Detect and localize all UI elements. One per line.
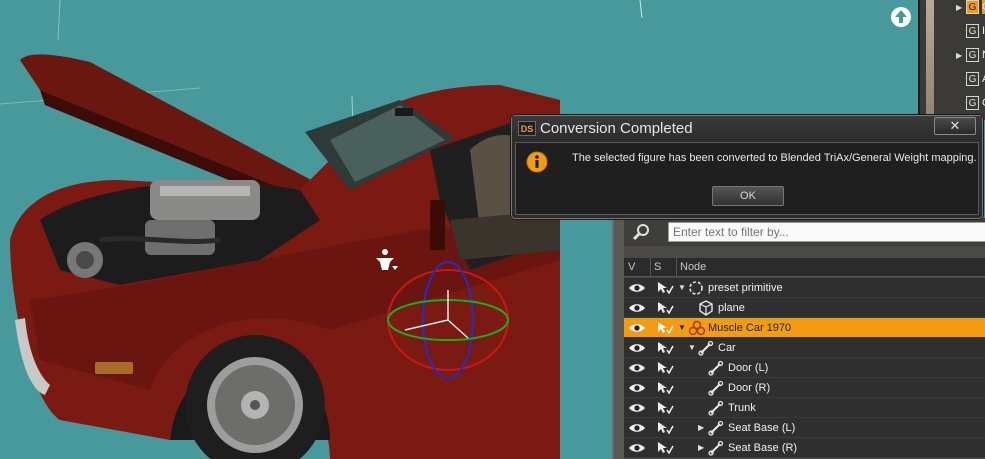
scene-tree: ▼ preset primitive plane ▼ Muscle Car 1970 ▼ C… [624, 278, 985, 458]
row-divider [624, 457, 985, 458]
info-icon [526, 151, 548, 173]
conversion-dialog: DS Conversion Completed ✕ The selected f… [511, 115, 983, 219]
scene-panel-top: ▶ G C G I ▶ G N G A G C [918, 0, 985, 120]
scene-panel: V S Node ▼ preset primitive plane ▼ Muscle C… [612, 218, 985, 459]
car-model[interactable] [10, 54, 560, 459]
tree-row[interactable]: ▶ Seat Base (R) [624, 438, 985, 458]
selectable-cursor-icon[interactable] [656, 281, 674, 298]
visibility-eye-icon[interactable] [628, 343, 646, 356]
node-label: Door (R) [728, 382, 771, 394]
node-label: Muscle Car 1970 [708, 322, 792, 334]
tree-row[interactable]: Trunk [624, 398, 985, 418]
tree-row[interactable]: ▼ Car [624, 338, 985, 358]
node-column-header[interactable]: Node [680, 261, 706, 273]
tree-row[interactable]: ▼ Muscle Car 1970 [624, 318, 985, 338]
panel-divider[interactable] [926, 0, 934, 120]
selectable-cursor-icon[interactable] [656, 401, 674, 418]
dialog-message: The selected figure has been converted t… [572, 152, 977, 164]
visibility-eye-icon[interactable] [628, 443, 646, 456]
group-icon: G [966, 96, 979, 110]
dialog-titlebar[interactable]: DS Conversion Completed ✕ [512, 116, 982, 140]
visibility-eye-icon[interactable] [628, 423, 646, 436]
node-label: Door (L) [728, 362, 769, 374]
selectable-cursor-icon[interactable] [656, 321, 674, 338]
visibility-eye-icon[interactable] [628, 403, 646, 416]
ok-button[interactable]: OK [712, 186, 784, 206]
search-icon[interactable] [632, 223, 652, 241]
node-label: preset primitive [708, 282, 783, 294]
group-icon: G [966, 48, 979, 62]
selectable-cursor-icon[interactable] [656, 421, 674, 438]
navigation-icon[interactable] [890, 6, 912, 28]
selectable-cursor-icon[interactable] [656, 381, 674, 398]
tree-row[interactable]: ▼ preset primitive [624, 278, 985, 298]
expand-arrow-icon[interactable]: ▶ [956, 3, 962, 12]
close-button[interactable]: ✕ [934, 117, 976, 135]
daz-studio-logo: DS [518, 121, 536, 136]
collapse-arrow-icon[interactable]: ▼ [688, 343, 696, 352]
visibility-eye-icon[interactable] [628, 363, 646, 376]
column-separator[interactable] [650, 258, 651, 276]
filter-row [624, 218, 985, 246]
selectable-cursor-icon[interactable] [656, 301, 674, 318]
tree-row[interactable]: plane [624, 298, 985, 318]
panel-splitter[interactable] [614, 218, 624, 459]
node-label: Trunk [728, 402, 756, 414]
group-icon: G [966, 24, 979, 38]
visibility-eye-icon[interactable] [628, 303, 646, 316]
filter-input[interactable] [668, 222, 985, 242]
expand-arrow-icon[interactable]: ▶ [956, 51, 962, 60]
selectable-column-header[interactable]: S [654, 261, 661, 273]
tree-row[interactable]: Door (R) [624, 378, 985, 398]
selectable-cursor-icon[interactable] [656, 341, 674, 358]
expand-arrow-icon[interactable]: ▶ [698, 423, 704, 432]
group-icon: G [966, 0, 979, 14]
visibility-eye-icon[interactable] [628, 383, 646, 396]
selectable-cursor-icon[interactable] [656, 441, 674, 458]
visibility-eye-icon[interactable] [628, 283, 646, 296]
selectable-cursor-icon[interactable] [656, 361, 674, 378]
visibility-column-header[interactable]: V [628, 261, 635, 273]
column-separator[interactable] [676, 258, 677, 276]
tree-row[interactable]: ▶ Seat Base (L) [624, 418, 985, 438]
tree-row[interactable]: Door (L) [624, 358, 985, 378]
node-label: Car [718, 342, 736, 354]
group-icon: G [966, 72, 979, 86]
collapse-arrow-icon[interactable]: ▼ [678, 283, 686, 292]
collapse-arrow-icon[interactable]: ▼ [678, 323, 686, 332]
visibility-eye-icon[interactable] [628, 323, 646, 336]
node-label: Seat Base (L) [728, 422, 796, 434]
expand-arrow-icon[interactable]: ▶ [698, 443, 704, 452]
dialog-body: The selected figure has been converted t… [515, 142, 979, 215]
column-header: V S Node [624, 258, 985, 277]
node-label: Seat Base (R) [728, 442, 798, 454]
dialog-title: Conversion Completed [540, 120, 693, 137]
node-label: plane [718, 302, 745, 314]
